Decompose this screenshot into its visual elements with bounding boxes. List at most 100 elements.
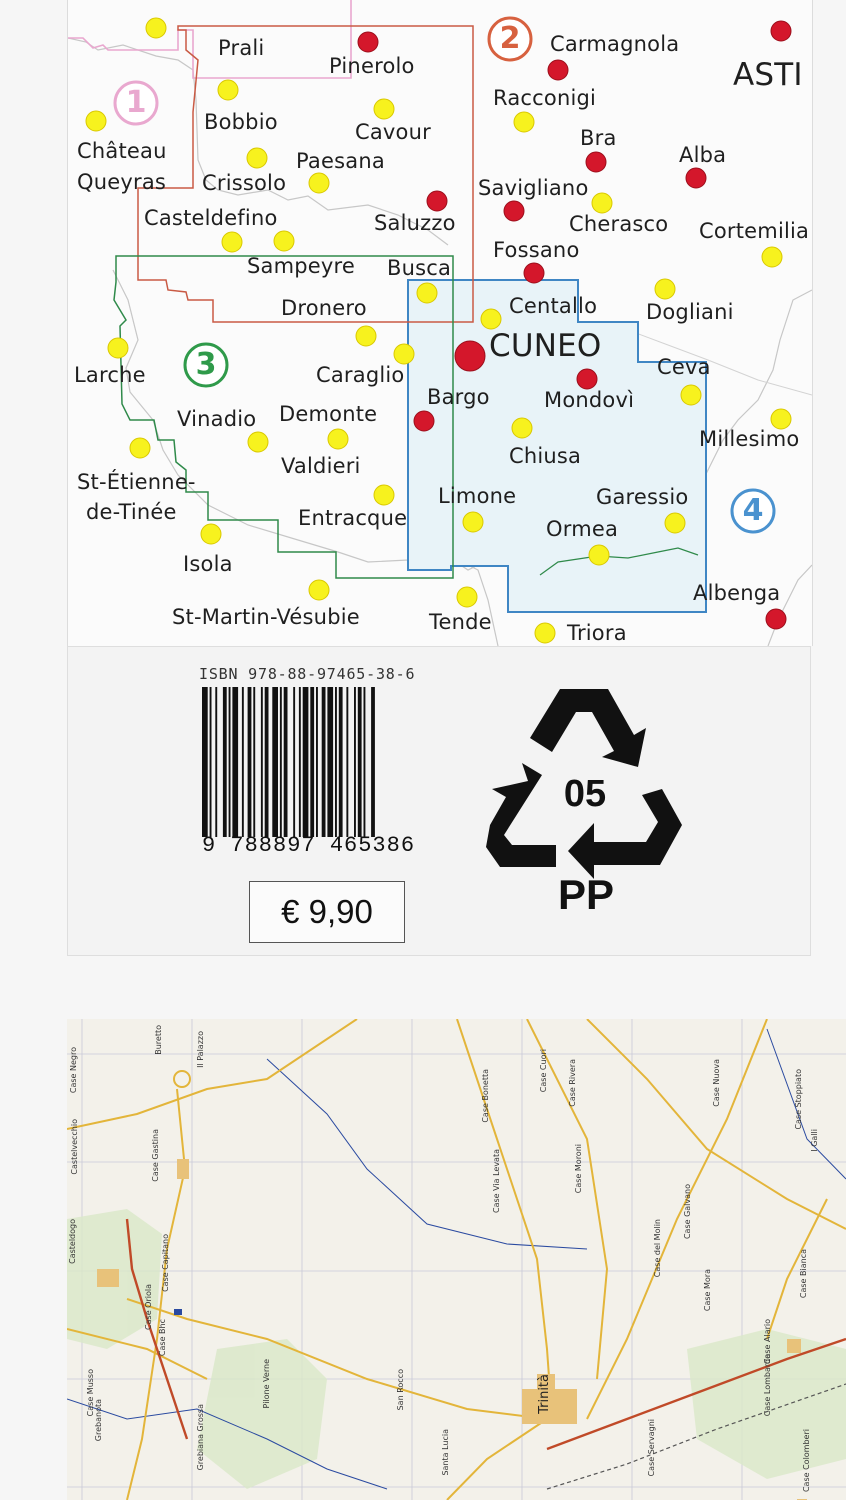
town-marker-carmagnola — [547, 59, 569, 81]
map-place-label: Case Bianca — [799, 1249, 808, 1299]
town-label-cuneo: CUNEO — [489, 328, 602, 364]
map-place-label: Case Stoppiato — [794, 1069, 803, 1130]
town-marker-centallo — [480, 308, 502, 330]
town-marker-caraglio — [393, 343, 415, 365]
price-tag: € 9,90 — [249, 881, 405, 943]
town-marker-isola — [308, 579, 330, 601]
barcode — [202, 687, 375, 837]
town-label-dronero: Dronero — [281, 296, 367, 320]
town-label-tende: Tende — [429, 610, 492, 634]
town-marker-st-tienne — [129, 437, 151, 459]
town-marker-vinadio — [247, 431, 269, 453]
town-label-racconigi: Racconigi — [493, 86, 597, 110]
map-place-label: Case Oriola — [144, 1284, 153, 1330]
town-marker-bobbio — [217, 79, 239, 101]
map-place-label: Case Capitano — [161, 1234, 170, 1292]
recycling-code: 05 — [563, 773, 607, 815]
town-label-triora: Triora — [567, 621, 627, 645]
town-label-casteldefino: Casteldefino — [144, 206, 278, 230]
map-place-label: Buretto — [154, 1025, 163, 1055]
town-label-pinerolo: Pinerolo — [329, 54, 415, 78]
detail-topographic-map: Case Negro Buretto Il Palazzo Case Gastina C… — [67, 1019, 846, 1500]
town-marker-chiusa — [511, 417, 533, 439]
town-label-limone: Limone — [438, 484, 517, 508]
town-label-st-tienne: St-Étienne- — [77, 470, 196, 494]
town-marker-bra — [585, 151, 607, 173]
map-place-label: Case Rivera — [568, 1059, 577, 1107]
town-label-crissolo: Crissolo — [202, 171, 287, 195]
town-label-de-tin-e: de-Tinée — [86, 500, 177, 524]
town-marker-demonte — [327, 428, 349, 450]
town-label-asti: ASTI — [733, 57, 803, 93]
town-marker-mondov — [576, 368, 598, 390]
town-marker-larche — [107, 337, 129, 359]
town-label-garessio: Garessio — [596, 485, 689, 509]
town-label-entracque: Entracque — [298, 506, 408, 530]
map-place-label: Case Galvano — [683, 1184, 692, 1240]
map-place-label: Case Moroni — [574, 1144, 583, 1194]
town-label-vinadio: Vinadio — [177, 407, 257, 431]
town-label-caraglio: Caraglio — [316, 363, 405, 387]
town-label-millesimo: Millesimo — [699, 427, 800, 451]
map-place-label: Case Servagni — [647, 1419, 656, 1477]
town-marker-albenga — [765, 608, 787, 630]
town-label-albenga: Albenga — [693, 581, 781, 605]
town-marker-saluzzo — [426, 190, 448, 212]
town-label-dogliani: Dogliani — [646, 300, 734, 324]
map-place-label: I Galli — [810, 1129, 819, 1152]
town-label-sampeyre: Sampeyre — [247, 254, 356, 278]
zone-number-4: 4 — [742, 493, 764, 528]
map-place-label: Case del Molin — [653, 1219, 662, 1278]
zone-number-3: 3 — [195, 347, 217, 382]
zone-number-1: 1 — [125, 85, 147, 120]
town-marker-millesimo — [770, 408, 792, 430]
town-marker-racconigi — [513, 111, 535, 133]
map-place-label: Case Cuori — [539, 1049, 548, 1093]
town-label-carmagnola: Carmagnola — [550, 32, 680, 56]
town-marker-entracque — [200, 523, 222, 545]
map-place-label: Casteldogo — [68, 1219, 77, 1264]
map-place-label: Santa Lucia — [441, 1429, 450, 1476]
town-label-busca: Busca — [387, 256, 452, 280]
map-place-label: Case Bhc — [158, 1319, 167, 1357]
map-place-label: San Rocco — [396, 1369, 405, 1411]
map-place-label: Grebanota — [94, 1399, 103, 1442]
map-place-label: Case Alario — [763, 1319, 772, 1365]
town-marker-sampeyre — [273, 230, 295, 252]
town-marker-fossano — [523, 262, 545, 284]
map-place-label: Grebiana Grossa — [196, 1404, 205, 1471]
town-marker-garessio — [664, 512, 686, 534]
map-place-label: Case Mora — [703, 1269, 712, 1312]
detail-map-graphics — [67, 1019, 846, 1500]
town-label-cherasco: Cherasco — [569, 212, 669, 236]
town-label-cavour: Cavour — [355, 120, 431, 144]
town-label-bobbio: Bobbio — [204, 110, 278, 134]
town-marker-ceva — [680, 384, 702, 406]
map-place-label: Trinità — [537, 1374, 552, 1414]
town-label-saluzzo: Saluzzo — [374, 211, 456, 235]
town-marker-cortemilia — [761, 246, 783, 268]
town-marker-busca — [416, 282, 438, 304]
town-label-ch-teau: Château — [77, 139, 167, 163]
town-marker-asti — [770, 20, 792, 42]
town-label-fossano: Fossano — [493, 238, 580, 262]
town-label-isola: Isola — [183, 552, 233, 576]
map-place-label: Case Gastina — [151, 1129, 160, 1182]
town-label-alba: Alba — [679, 143, 727, 167]
town-marker-savigliano — [503, 200, 525, 222]
town-label-mondov: Mondovì — [544, 388, 635, 412]
recycling-material: PP — [557, 871, 615, 918]
town-label-savigliano: Savigliano — [478, 176, 589, 200]
town-marker-st-martin-v-subie — [456, 586, 478, 608]
town-marker-crissolo — [246, 147, 268, 169]
town-marker-pinerolo — [357, 31, 379, 53]
ean-digits: 9 788897 465386 — [202, 833, 416, 858]
town-label-centallo: Centallo — [509, 294, 598, 318]
town-label-larche: Larche — [74, 363, 146, 387]
map-place-label: Pilone Verne — [262, 1359, 271, 1409]
town-marker-paesana — [308, 172, 330, 194]
town-label-chiusa: Chiusa — [509, 444, 582, 468]
town-label-valdieri: Valdieri — [281, 454, 361, 478]
town-marker-casteldefino — [221, 231, 243, 253]
town-marker-valdieri — [373, 484, 395, 506]
